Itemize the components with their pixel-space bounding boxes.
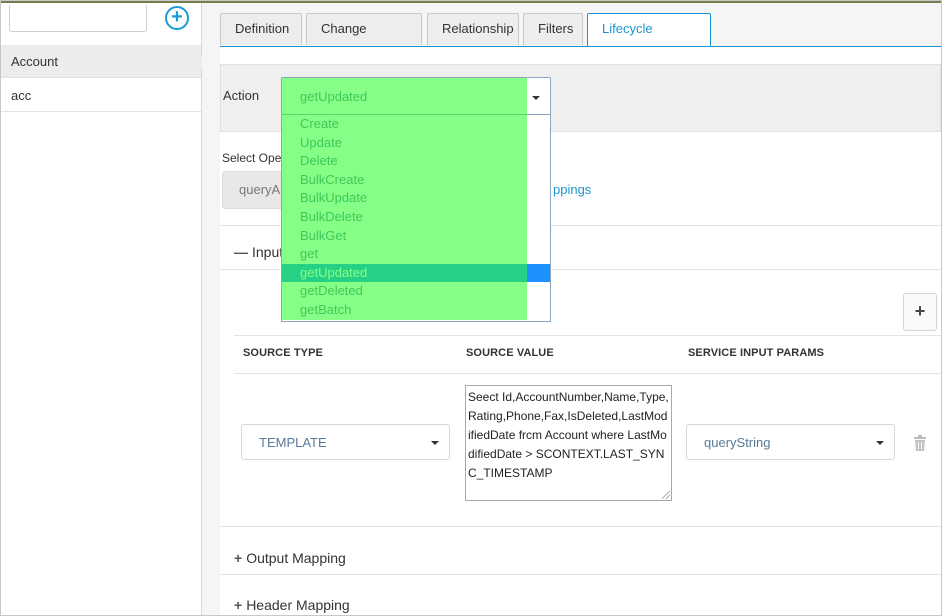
service-input-param-value: queryString [704,435,771,450]
plus-icon: + [234,550,243,566]
output-mapping-label: Output Mapping [246,550,346,566]
header-mapping-label: Header Mapping [246,597,350,613]
source-value-text: Seect Id,AccountNumber,Name,Type,Rating,… [468,390,669,480]
plus-icon: + [914,301,926,321]
resize-handle[interactable] [662,491,670,499]
source-value-textarea[interactable]: Seect Id,AccountNumber,Name,Type,Rating,… [465,385,672,501]
sidebar-item-account[interactable]: Account [1,45,208,78]
action-select[interactable]: getUpdated [281,77,551,115]
divider [234,373,941,374]
action-option-update[interactable]: Update [282,134,550,153]
chevron-down-icon [876,441,884,445]
chevron-down-icon [431,441,439,445]
tab-change-tracking[interactable]: Change Tracking [306,13,422,66]
tab-relationship[interactable]: Relationship [427,13,519,45]
action-selected-value: getUpdated [300,89,368,104]
app-window: + Account acc Definition Change Tracking… [0,0,942,616]
source-type-value: TEMPLATE [259,435,327,450]
sidebar-item-label: acc [11,88,32,103]
divider [220,574,941,575]
action-option-create[interactable]: Create [282,115,550,134]
add-row-button[interactable]: + [903,293,937,331]
action-option-getbatch[interactable]: getBatch [282,301,550,320]
action-option-getdeleted[interactable]: getDeleted [282,282,550,301]
column-header-service-input-params: SERVICE INPUT PARAMS [688,347,825,359]
header-mapping-header[interactable]: + Header Mapping [234,597,350,613]
object-search-input[interactable] [9,5,147,32]
column-header-source-value: SOURCE VALUE [466,347,554,359]
column-header-source-type: SOURCE TYPE [243,347,323,359]
plus-icon: + [234,597,243,613]
action-option-delete[interactable]: Delete [282,152,550,171]
divider [234,335,941,336]
tab-filters[interactable]: Filters [523,13,583,45]
chevron-down-icon [532,96,540,100]
add-circle-icon[interactable]: + [165,6,189,30]
action-options-list: Create Update Delete BulkCreate BulkUpda… [281,115,551,322]
sidebar-item-label: Account [11,54,58,69]
service-input-param-select[interactable]: queryString [686,424,895,460]
operation-value: queryAl [239,182,284,197]
action-option-get[interactable]: get [282,245,550,264]
action-option-bulkget[interactable]: BulkGet [282,227,550,246]
divider [220,526,941,527]
minus-icon: — [234,244,248,260]
action-label: Action [223,88,260,103]
select-operation-label: Select Oper [222,151,286,165]
action-option-bulkupdate[interactable]: BulkUpdate [282,189,550,208]
input-mapping-header[interactable]: — Input [234,244,283,260]
source-type-select[interactable]: TEMPLATE [241,424,450,460]
output-mapping-header[interactable]: + Output Mapping [234,550,346,566]
action-option-bulkcreate[interactable]: BulkCreate [282,171,550,190]
trash-icon[interactable] [913,435,927,451]
action-option-getupdated[interactable]: getUpdated [282,263,550,283]
tab-definition[interactable]: Definition [220,13,302,45]
tab-lifecycle-methods[interactable]: Lifecycle Methods [587,13,711,66]
input-mapping-label: Input [252,244,284,260]
object-sidebar: + Account acc [1,3,208,615]
sidebar-item-acc[interactable]: acc [1,79,201,112]
action-option-bulkdelete[interactable]: BulkDelete [282,208,550,227]
mappings-link[interactable]: ppings [553,182,591,197]
